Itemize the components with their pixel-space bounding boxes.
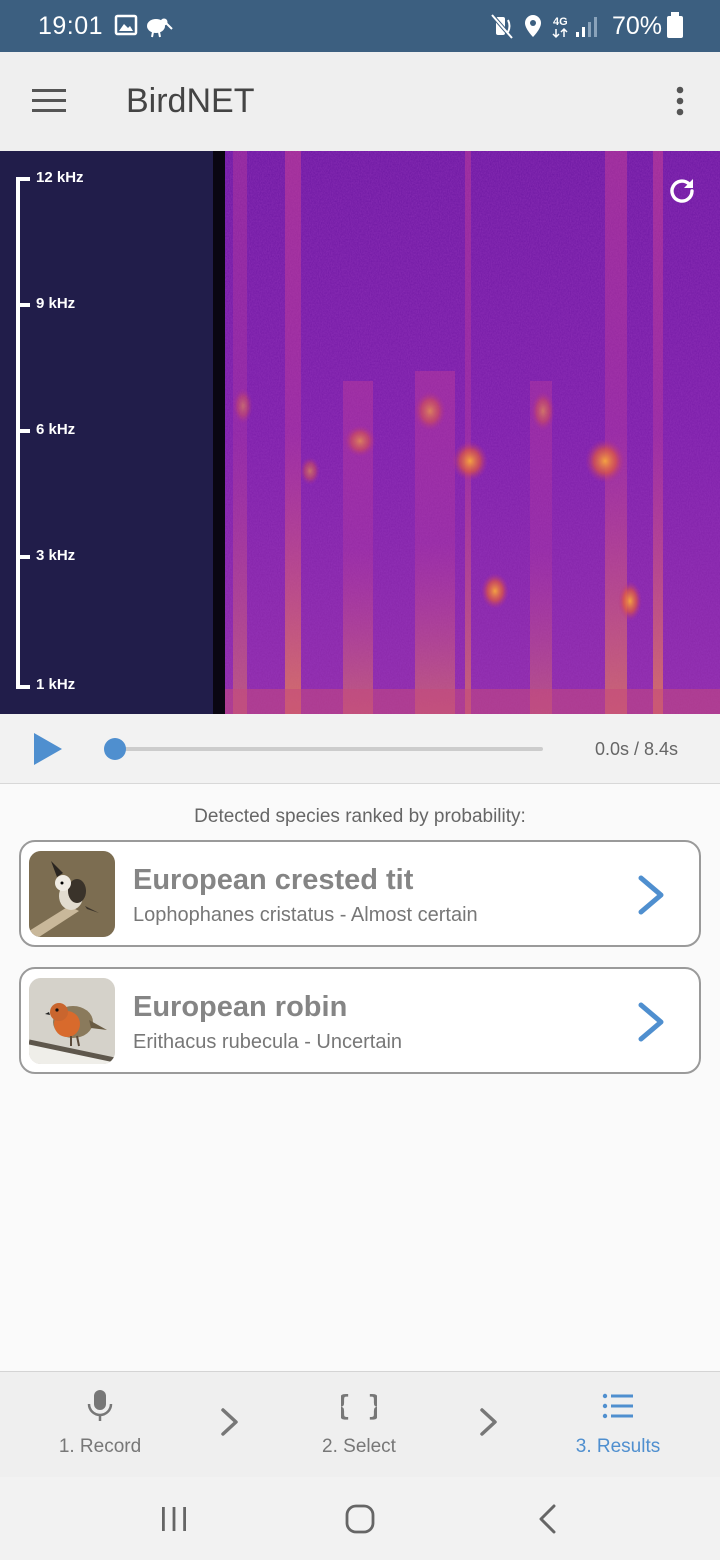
list-icon [602,1393,633,1419]
curly-braces-icon: { } [341,1389,377,1422]
species-common-name: European crested tit [133,864,414,896]
species-details: Erithacus rubecula - Uncertain [133,1031,403,1053]
bottom-navigation: 1. Record { } 2. Select 3. Results [0,1371,720,1477]
species-details: Lophophanes cristatus - Almost certain [133,904,478,926]
axis-tick [16,303,30,307]
playback-track[interactable] [112,747,543,751]
species-card-robin[interactable]: European robin Erithacus rubecula - Unce… [19,967,701,1074]
crested-tit-photo [29,851,115,937]
playback-slider-thumb[interactable] [104,738,126,760]
frequency-label-12khz: 12 kHz [36,169,84,186]
frequency-axis-line [16,177,20,689]
axis-tick [16,555,30,559]
image-icon [114,14,138,36]
species-common-name: European robin [133,991,348,1023]
nav-label: 3. Results [575,1436,661,1457]
chevron-right-icon[interactable] [635,874,669,916]
app-bar: BirdNET [0,52,720,151]
frequency-axis-panel [0,151,213,714]
status-bar: 19:01 70% 4G [0,0,720,52]
recent-apps-icon[interactable] [156,1501,192,1537]
mute-vibrate-icon [490,13,514,40]
kiwi-bird-icon [147,18,173,38]
status-time: 19:01 [38,12,104,40]
status-icons-left [114,13,174,44]
axis-tick [16,429,30,433]
nav-select[interactable]: { } 2. Select [279,1372,439,1478]
robin-photo [29,978,115,1064]
axis-tick [16,685,30,689]
location-icon [525,15,541,37]
svg-text:4G: 4G [553,16,568,28]
axis-tick [16,177,30,181]
refresh-icon[interactable] [666,175,698,207]
battery-percentage: 70% [611,12,662,40]
nav-record[interactable]: 1. Record [20,1372,180,1478]
playback-timecode: 0.0s / 8.4s [594,739,678,759]
system-navigation-bar [0,1477,720,1560]
more-vert-icon[interactable] [672,86,688,118]
signal-icon [576,17,597,37]
status-icons-network: 4G [490,12,610,47]
microphone-icon [87,1390,113,1421]
spectrogram[interactable]: 12 kHz 9 kHz 6 kHz 3 kHz 1 kHz [0,151,720,714]
frequency-label-3khz: 3 kHz [36,547,76,564]
hamburger-menu-icon[interactable] [32,88,66,114]
nav-label: 2. Select [322,1436,396,1457]
audio-player: 0.0s / 8.4s [0,714,720,784]
frequency-label-9khz: 9 kHz [36,295,76,312]
battery-icon [667,12,683,38]
home-icon[interactable] [342,1501,378,1537]
play-icon[interactable] [32,731,64,767]
results-heading: Detected species ranked by probability: [194,806,526,827]
nav-results[interactable]: 3. Results [538,1372,698,1478]
frequency-label-1khz: 1 kHz [36,676,76,693]
chevron-right-icon [221,1408,238,1436]
frequency-label-6khz: 6 kHz [36,421,76,438]
4g-icon: 4G [552,16,568,39]
spectrogram-divider [213,151,225,714]
back-icon[interactable] [530,1501,566,1537]
svg-text:{ }: { } [341,1389,377,1422]
species-card-crested-tit[interactable]: European crested tit Lophophanes cristat… [19,840,701,947]
spectrogram-heatmap [225,151,720,714]
status-icons-right [666,10,684,42]
nav-label: 1. Record [58,1436,142,1457]
chevron-right-icon[interactable] [635,1001,669,1043]
app-title: BirdNET [126,82,255,120]
chevron-right-icon [480,1408,497,1436]
